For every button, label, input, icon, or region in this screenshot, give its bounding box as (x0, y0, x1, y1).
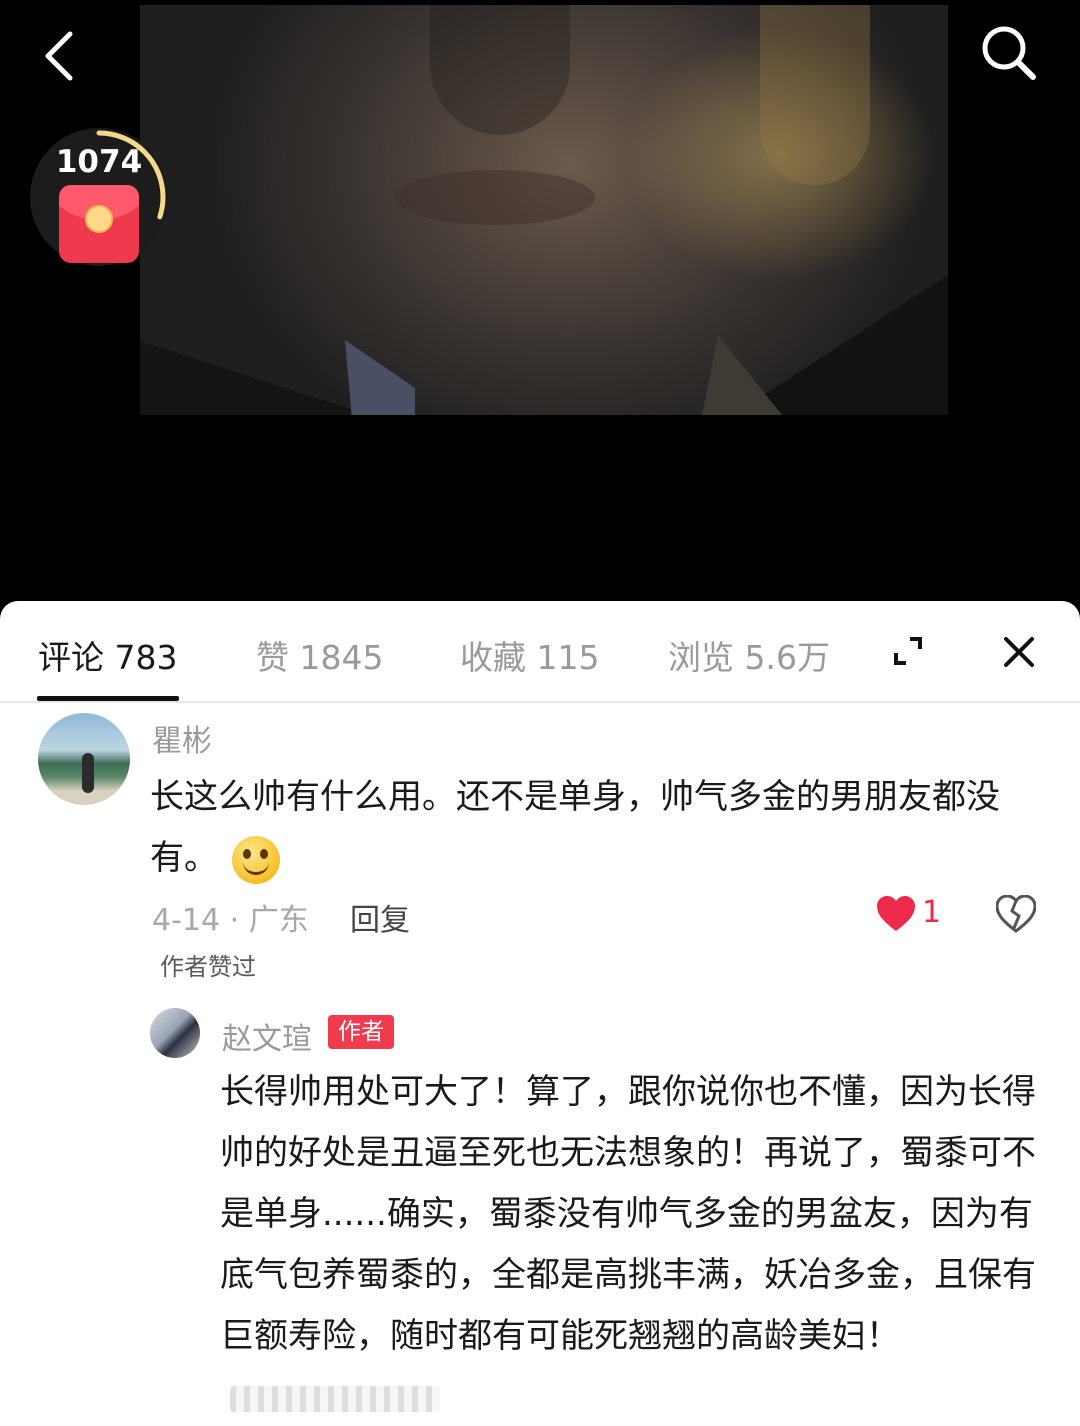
expand-icon (894, 637, 922, 665)
reply-text: 长得帅用处可大了！算了，跟你说你也不懂，因为长得帅的好处是丑逼至死也无法想象的！… (220, 1062, 1040, 1426)
chevron-left-icon (45, 31, 73, 81)
search-button[interactable] (978, 22, 1040, 84)
reply-username[interactable]: 赵文瑄 (222, 1014, 312, 1058)
avatar[interactable] (38, 713, 130, 805)
tab-likes[interactable]: 赞 1845 (256, 631, 383, 679)
smile-emoji-icon (232, 835, 280, 884)
reward-count: 1074 (55, 144, 143, 180)
author-badge: 作者 (328, 1015, 394, 1049)
reply-button[interactable]: 回复 (350, 895, 410, 939)
dislike-button[interactable] (995, 894, 1037, 935)
video-area[interactable]: 1074 (0, 0, 1080, 640)
expand-button[interactable] (888, 631, 928, 671)
tab-favorites[interactable]: 收藏 115 (460, 631, 599, 679)
comment-username[interactable]: 瞿彬 (152, 716, 212, 760)
comment-text: 长这么帅有什么用。还不是单身，帅气多金的男朋友都没有。 (150, 767, 1050, 889)
comments-panel: 评论 783 赞 1845 收藏 115 浏览 5.6万 瞿彬 长这么帅有什么用… (0, 601, 1080, 1426)
envelope-seal (85, 205, 113, 233)
close-icon (1004, 637, 1034, 667)
active-tab-indicator (37, 696, 179, 701)
close-button[interactable] (998, 631, 1040, 673)
video-ear-shape (760, 5, 870, 185)
blurred-watermark (230, 1385, 440, 1412)
reply-body: 长得帅用处可大了！算了，跟你说你也不懂，因为长得帅的好处是丑逼至死也无法想象的！… (220, 1072, 1036, 1356)
author-liked-label: 作者赞过 (160, 953, 256, 981)
reply-avatar[interactable] (150, 1008, 200, 1058)
video-nose-shape (430, 5, 570, 135)
avatar-figure (82, 753, 94, 793)
video-lips-shape (395, 170, 595, 225)
comment-meta: 4-14 · 广东 (152, 903, 309, 938)
back-button[interactable] (36, 28, 84, 84)
tab-views[interactable]: 浏览 5.6万 (668, 631, 830, 679)
video-collar-left (345, 340, 415, 415)
reward-widget[interactable]: 1074 (30, 128, 168, 266)
search-icon (982, 26, 1036, 80)
like-count: 1 (922, 895, 942, 930)
red-envelope-icon (59, 185, 139, 263)
tab-comments[interactable]: 评论 783 (38, 631, 177, 679)
broken-heart-icon (995, 894, 1037, 933)
video-frame[interactable] (140, 5, 948, 415)
heart-filled-icon (877, 896, 915, 931)
tab-bar: 评论 783 赞 1845 收藏 115 浏览 5.6万 (0, 601, 1080, 703)
